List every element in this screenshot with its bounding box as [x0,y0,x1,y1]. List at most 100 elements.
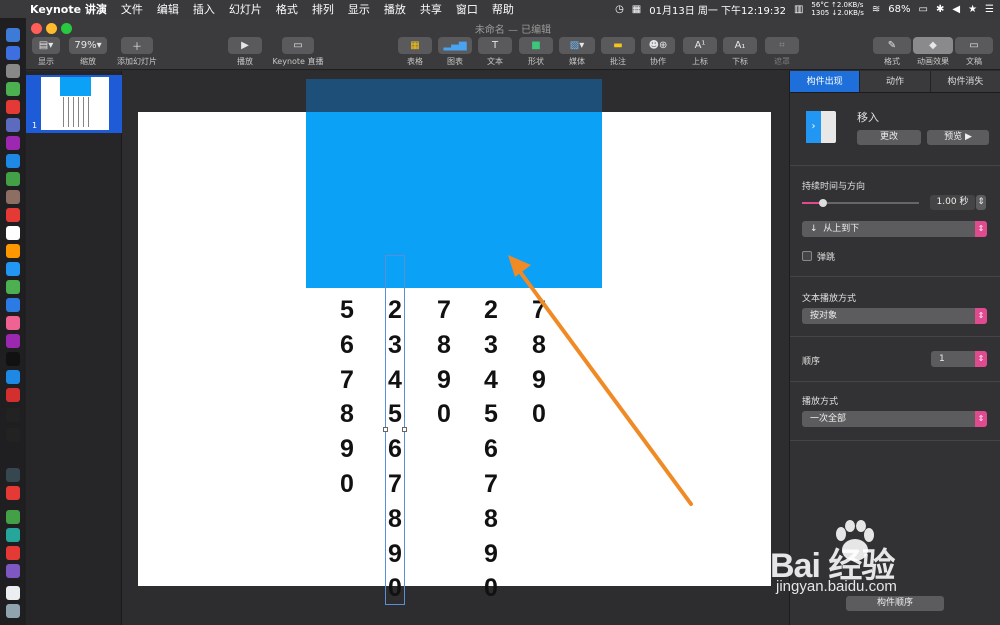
tab-build-in[interactable]: 构件出现 [790,71,861,92]
bluetooth-icon[interactable]: ✱ [936,4,944,15]
bounce-checkbox[interactable] [802,251,812,261]
chrome-icon[interactable] [6,100,20,114]
preview-button[interactable]: 预览 ▶ [927,130,989,145]
delivery-select[interactable]: 一次全部 ⇕ [802,411,987,427]
app-icon[interactable] [6,118,20,132]
collaborate-button[interactable]: ☻⊕ 协作 [641,37,675,67]
slide-thumbnail-selected[interactable]: 1 [26,75,122,133]
system-monitor-icon[interactable]: ▥ [794,4,803,15]
app-icon[interactable] [6,468,20,482]
app-icon[interactable] [6,172,20,186]
shape-overflow-region[interactable] [306,79,602,112]
netease-music-icon[interactable] [6,546,20,560]
system-stats[interactable]: 56°C ↑2.0KB/s 1305 ↓2.0KB/s [811,1,863,17]
podcasts-icon[interactable] [6,334,20,348]
launchpad-icon[interactable] [6,46,20,60]
android-icon[interactable] [6,82,20,96]
menu-insert[interactable]: 插入 [193,1,215,17]
wifi-icon[interactable]: ≋ [872,4,880,15]
app-icon[interactable] [6,528,20,542]
photos-icon[interactable] [6,244,20,258]
resize-handle[interactable] [383,427,388,432]
slide-thumbnail[interactable] [41,77,109,130]
number-column[interactable]: 2 3 4 5 6 7 8 9 0 [479,293,503,606]
comment-button[interactable]: ▬ 批注 [601,37,635,67]
superscript-button[interactable]: A¹ 上标 [683,37,717,67]
wechat-icon[interactable] [6,510,20,524]
menu-edit[interactable]: 编辑 [157,1,179,17]
duration-stepper[interactable]: ⇕ [976,195,986,210]
facetime-icon[interactable] [6,280,20,294]
keynote-icon[interactable] [6,298,20,312]
selection-box[interactable] [383,255,407,605]
app-icon[interactable] [6,388,20,402]
resize-handle[interactable] [402,427,407,432]
calendar-icon[interactable] [6,208,20,222]
text-button[interactable]: T 文本 [478,37,512,67]
star-icon[interactable]: ★ [968,4,977,15]
battery-percent[interactable]: 68% [888,4,910,15]
menu-arrange[interactable]: 排列 [312,1,334,17]
slide[interactable]: 5 6 7 8 9 0 2 3 4 5 6 7 8 9 0 7 8 9 0 2 3 4 5 6 7 8 9 0 7 8 9 0 [138,79,771,605]
notes-icon[interactable] [6,226,20,240]
tab-build-out[interactable]: 构件消失 [930,71,1000,92]
table-button[interactable]: ▦ 表格 [398,37,432,67]
activity-monitor-icon[interactable] [6,428,20,442]
app-icon[interactable] [6,136,20,150]
finder-icon[interactable] [6,28,20,42]
zoom-control[interactable]: 79% ▾ 缩放 [68,37,108,67]
datetime[interactable]: 01月13日 周一 下午12:19:32 [649,2,786,17]
format-tab-button[interactable]: ✎ 格式 [873,37,911,67]
slide-canvas[interactable]: 5 6 7 8 9 0 2 3 4 5 6 7 8 9 0 7 8 9 0 2 3 4 5 6 7 8 9 0 7 8 9 0 [122,71,789,625]
menu-share[interactable]: 共享 [420,1,442,17]
chart-button[interactable]: ▂▄▆ 图表 [438,37,472,67]
tab-action[interactable]: 动作 [860,71,931,92]
app-icon[interactable] [6,190,20,204]
duration-value[interactable]: 1.00 秒 [930,195,975,210]
text-delivery-select[interactable]: 按对象 ⇕ [802,308,987,324]
volume-icon[interactable]: ◀ [952,4,960,15]
animate-tab-button[interactable]: ◆ 动画效果 [913,37,953,67]
media-button[interactable]: ▨ ▾ 媒体 [559,37,595,67]
blue-rectangle-shape[interactable] [306,112,602,288]
number-column[interactable]: 5 6 7 8 9 0 [335,293,359,502]
app-menu[interactable]: Keynote 讲演 [30,1,107,17]
menu-slide[interactable]: 幻灯片 [229,1,262,17]
messages-icon[interactable] [6,262,20,276]
view-button[interactable]: ▤▾ 显示 [31,37,61,67]
terminal-icon[interactable] [6,408,20,422]
menu-file[interactable]: 文件 [121,1,143,17]
menu-help[interactable]: 帮助 [492,1,514,17]
direction-select[interactable]: ↓ 从上到下 ⇕ [802,221,987,237]
number-column[interactable]: 7 8 9 0 [432,293,456,432]
battery-icon[interactable]: ▭ [919,4,928,15]
keynote-live-button[interactable]: ▭ Keynote 直播 [270,37,326,67]
change-effect-button[interactable]: 更改 [857,130,921,145]
subscript-button[interactable]: A₁ 下标 [723,37,757,67]
order-select[interactable]: 1 ⇕ [931,351,987,367]
menu-play[interactable]: 播放 [384,1,406,17]
shape-button[interactable]: ■ 形状 [519,37,553,67]
clock-icon[interactable]: ◷ [615,4,624,15]
mask-button[interactable]: ⌗ 遮罩 [765,37,799,67]
app-store-icon[interactable] [6,370,20,384]
menu-view[interactable]: 显示 [348,1,370,17]
menu-window[interactable]: 窗口 [456,1,478,17]
yandex-icon[interactable] [6,486,20,500]
menu-format[interactable]: 格式 [276,1,298,17]
music-icon[interactable] [6,316,20,330]
digit-text: 9 [437,365,451,394]
number-column[interactable]: 7 8 9 0 [527,293,551,432]
play-button[interactable]: ▶ 播放 [228,37,262,67]
duration-slider[interactable] [802,199,919,207]
trash-icon[interactable] [6,604,20,618]
document-icon[interactable] [6,586,20,600]
document-tab-button[interactable]: ▭ 文稿 [955,37,993,67]
list-icon[interactable]: ☰ [985,4,994,15]
app-icon[interactable] [6,564,20,578]
tv-icon[interactable] [6,352,20,366]
rocket-icon[interactable] [6,64,20,78]
safari-icon[interactable] [6,154,20,168]
add-slide-button[interactable]: ＋ 添加幻灯片 [115,37,159,67]
slider-thumb[interactable] [819,199,827,207]
